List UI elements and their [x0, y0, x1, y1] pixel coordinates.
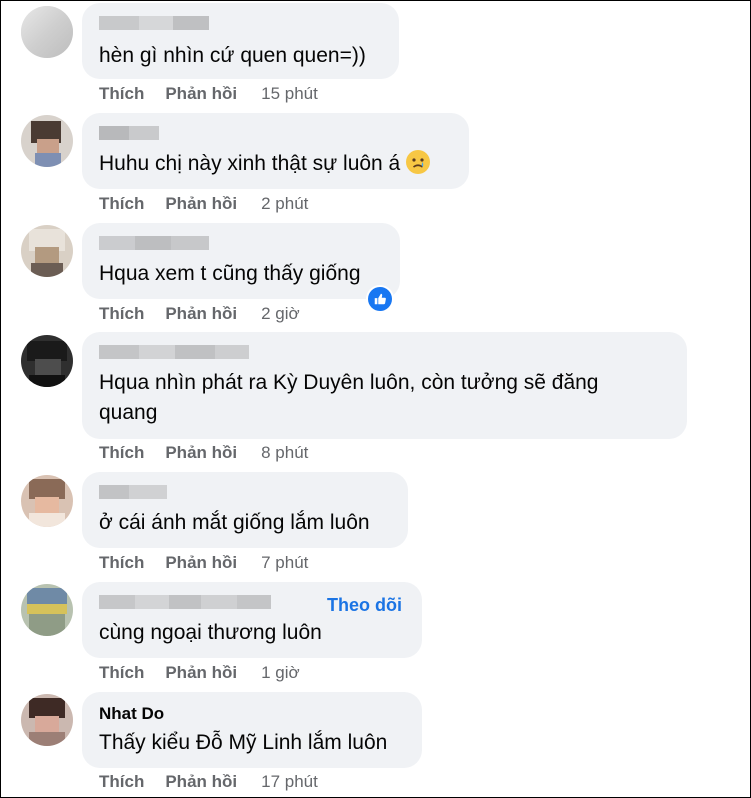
like-reaction-icon: [368, 287, 392, 311]
sad-face-emoji-icon: [406, 150, 431, 174]
comment-text: Thấy kiểu Đỗ Mỹ Linh lắm luôn: [99, 731, 388, 754]
author-name-blurred[interactable]: [99, 16, 209, 30]
avatar[interactable]: [21, 584, 73, 636]
avatar[interactable]: [21, 115, 73, 167]
comment-text: Huhu chị này xinh thật sự luôn á: [99, 149, 431, 179]
author-name-blurred[interactable]: [99, 595, 271, 609]
author-name-blurred[interactable]: [99, 345, 249, 359]
avatar[interactable]: [21, 694, 73, 746]
comment-bubble: Hqua nhìn phát ra Kỳ Duyên luôn, còn tưở…: [82, 332, 687, 439]
comment-actions: Thích Phản hồi 7 phút: [99, 553, 308, 573]
author-name-blurred[interactable]: [99, 126, 159, 140]
comment-bubble: hèn gì nhìn cứ quen quen=)): [82, 3, 399, 79]
comment-text-line-1: Hqua nhìn phát ra Kỳ Duyên luôn, còn tưở…: [99, 371, 599, 394]
timestamp[interactable]: 17 phút: [261, 772, 318, 792]
comment-text: ở cái ánh mắt giống lắm luôn: [99, 511, 370, 534]
comment-bubble: Theo dõi cùng ngoại thương luôn: [82, 582, 422, 658]
comment-actions: Thích Phản hồi 1 giờ: [99, 663, 300, 683]
comment-text-line-2: quang: [99, 401, 158, 424]
timestamp[interactable]: 2 giờ: [261, 304, 300, 324]
author-name[interactable]: Nhat Do: [99, 704, 164, 724]
reply-button[interactable]: Phản hồi: [165, 663, 237, 683]
comment-text: cùng ngoại thương luôn: [99, 621, 322, 644]
comment-text: Hqua xem t cũng thấy giống: [99, 262, 361, 285]
like-button[interactable]: Thích: [99, 194, 144, 214]
comment-text: hèn gì nhìn cứ quen quen=)): [99, 44, 366, 67]
timestamp[interactable]: 2 phút: [261, 194, 308, 214]
comment-text-content: Huhu chị này xinh thật sự luôn á: [99, 152, 401, 175]
comment-bubble: Hqua xem t cũng thấy giống: [82, 223, 400, 299]
reply-button[interactable]: Phản hồi: [165, 194, 237, 214]
like-button[interactable]: Thích: [99, 443, 144, 463]
comment-actions: Thích Phản hồi 2 giờ: [99, 304, 300, 324]
avatar[interactable]: [21, 225, 73, 277]
like-button[interactable]: Thích: [99, 553, 144, 573]
reply-button[interactable]: Phản hồi: [165, 553, 237, 573]
like-button[interactable]: Thích: [99, 84, 144, 104]
reply-button[interactable]: Phản hồi: [165, 443, 237, 463]
timestamp[interactable]: 1 giờ: [261, 663, 300, 683]
reply-button[interactable]: Phản hồi: [165, 84, 237, 104]
comment-actions: Thích Phản hồi 15 phút: [99, 84, 318, 104]
like-reaction-badge[interactable]: [366, 285, 394, 313]
author-name-blurred[interactable]: [99, 485, 167, 499]
timestamp[interactable]: 7 phút: [261, 553, 308, 573]
comment-actions: Thích Phản hồi 8 phút: [99, 443, 308, 463]
avatar[interactable]: [21, 475, 73, 527]
reply-button[interactable]: Phản hồi: [165, 304, 237, 324]
comment-bubble: ở cái ánh mắt giống lắm luôn: [82, 472, 408, 548]
comment-actions: Thích Phản hồi 2 phút: [99, 194, 308, 214]
like-button[interactable]: Thích: [99, 304, 144, 324]
timestamp[interactable]: 15 phút: [261, 84, 318, 104]
timestamp[interactable]: 8 phút: [261, 443, 308, 463]
avatar[interactable]: [21, 6, 73, 58]
comment-actions: Thích Phản hồi 17 phút: [99, 772, 318, 792]
like-button[interactable]: Thích: [99, 772, 144, 792]
comment-bubble: Nhat Do Thấy kiểu Đỗ Mỹ Linh lắm luôn: [82, 692, 422, 768]
author-name-blurred[interactable]: [99, 236, 209, 250]
follow-link[interactable]: Theo dõi: [327, 595, 402, 616]
reply-button[interactable]: Phản hồi: [165, 772, 237, 792]
like-button[interactable]: Thích: [99, 663, 144, 683]
comment-bubble: Huhu chị này xinh thật sự luôn á: [82, 113, 469, 189]
avatar[interactable]: [21, 335, 73, 387]
